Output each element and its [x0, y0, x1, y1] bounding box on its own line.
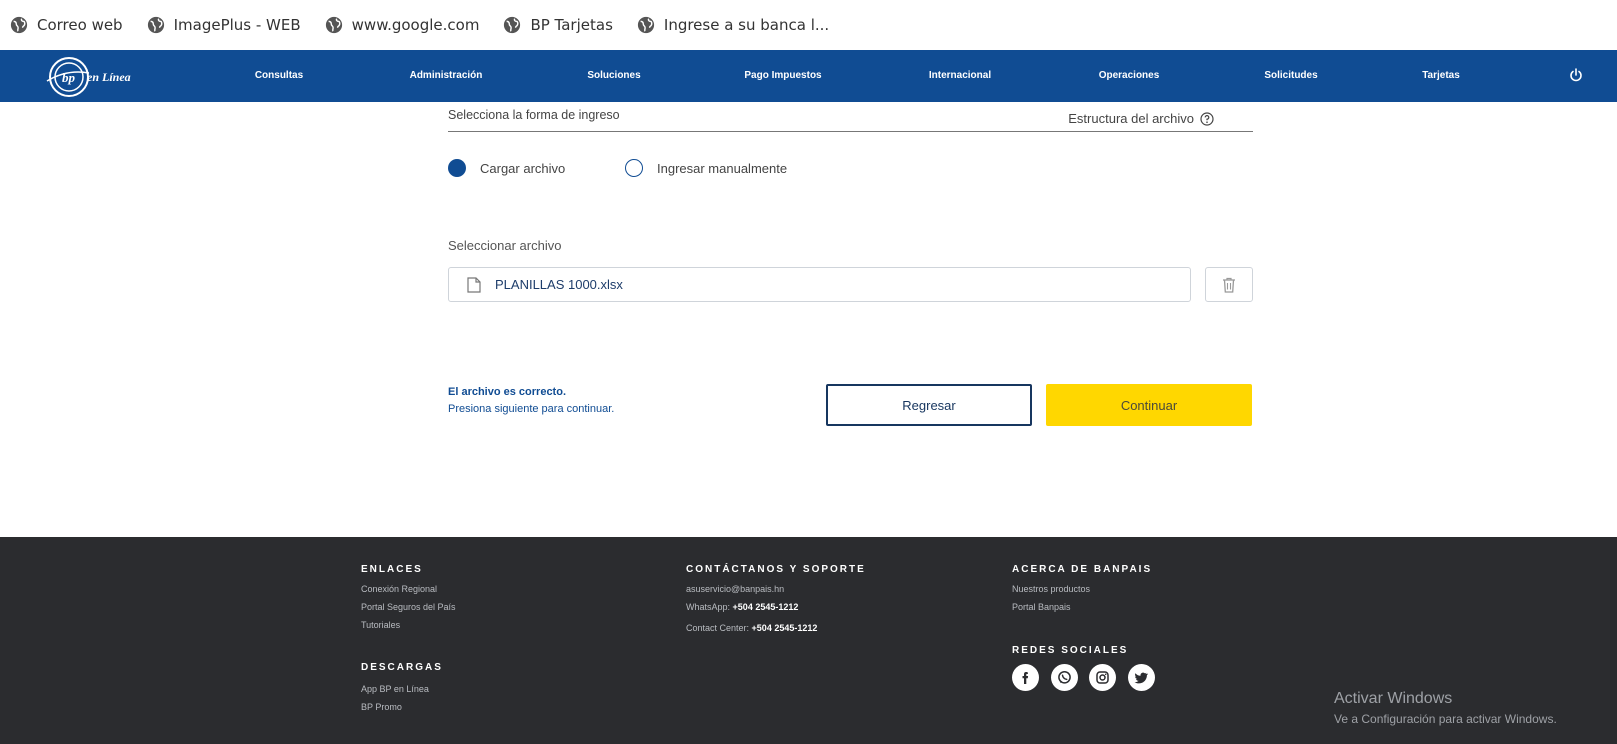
globe-icon: [637, 16, 654, 33]
file-field-label: Seleccionar archivo: [448, 238, 562, 253]
logo-mark-text: bp: [62, 70, 76, 85]
footer-contacto-title: CONTÁCTANOS Y SOPORTE: [686, 564, 866, 575]
globe-icon: [504, 16, 521, 33]
bookmark-label: www.google.com: [351, 15, 480, 34]
contact-center-number[interactable]: +504 2545-1212: [752, 623, 818, 633]
footer-descargas-title: DESCARGAS: [361, 662, 443, 673]
whatsapp-icon: [1058, 670, 1071, 684]
bookmark-label: BP Tarjetas: [530, 15, 613, 34]
radio-cargar-archivo[interactable]: Cargar archivo: [448, 159, 565, 177]
footer-link-portal-banpais[interactable]: Portal Banpais: [1012, 602, 1071, 612]
whatsapp-label: WhatsApp:: [686, 602, 731, 612]
whatsapp-number[interactable]: +504 2545-1212: [733, 602, 799, 612]
trash-icon: [1223, 277, 1235, 293]
bookmark-google[interactable]: www.google.com: [325, 15, 480, 34]
footer-link-bp-promo[interactable]: BP Promo: [361, 702, 402, 712]
bp-logo-icon: bp: [46, 57, 89, 97]
continue-button[interactable]: Continuar: [1046, 384, 1252, 426]
footer-enlaces-title: ENLACES: [361, 564, 423, 575]
footer-contact-center: Contact Center: +504 2545-1212: [686, 623, 817, 633]
structure-link-label: Estructura del archivo: [1068, 111, 1194, 126]
instagram-icon: [1096, 671, 1109, 684]
bookmark-label: ImagePlus - WEB: [173, 15, 301, 34]
bookmark-label: Ingrese a su banca l...: [663, 15, 830, 34]
bookmark-imageplus[interactable]: ImagePlus - WEB: [147, 16, 301, 34]
file-icon: [467, 276, 481, 293]
facebook-icon: [1022, 672, 1029, 684]
file-input[interactable]: PLANILLAS 1000.xlsx: [448, 267, 1191, 302]
footer-link-app-bp[interactable]: App BP en Línea: [361, 684, 429, 694]
contact-center-label: Contact Center:: [686, 623, 750, 633]
back-button[interactable]: Regresar: [826, 384, 1032, 426]
structure-link[interactable]: Estructura del archivo: [1068, 111, 1214, 126]
radio-selected-indicator[interactable]: [448, 159, 466, 177]
bookmark-banca[interactable]: Ingrese a su banca l...: [637, 16, 829, 34]
power-icon[interactable]: [1568, 67, 1584, 83]
whatsapp-button[interactable]: [1051, 664, 1078, 691]
nav-item-consultas[interactable]: Consultas: [255, 50, 303, 102]
nav-item-tarjetas[interactable]: Tarjetas: [1422, 50, 1460, 102]
nav-item-administracion[interactable]: Administración: [410, 50, 483, 102]
nav-item-internacional[interactable]: Internacional: [929, 50, 991, 102]
footer-whatsapp: WhatsApp: +504 2545-1212: [686, 602, 798, 612]
nav-item-soluciones[interactable]: Soluciones: [587, 50, 640, 102]
section-title: Selecciona la forma de ingreso: [448, 108, 620, 122]
status-message: El archivo es correcto.: [448, 386, 566, 398]
bookmark-correo-web[interactable]: Correo web: [10, 16, 123, 34]
bookmarks-bar: Correo web ImagePlus - WEB www.google.co…: [0, 0, 1617, 49]
nav-item-solicitudes[interactable]: Solicitudes: [1264, 50, 1317, 102]
radio-unselected-indicator[interactable]: [625, 159, 643, 177]
windows-activation-title: Activar Windows: [1334, 690, 1453, 707]
globe-icon: [10, 16, 28, 33]
file-name: PLANILLAS 1000.xlsx: [495, 277, 623, 292]
bp-en-linea-logo[interactable]: bp en Línea: [45, 56, 131, 98]
bookmark-label: Correo web: [37, 15, 123, 34]
facebook-button[interactable]: [1012, 664, 1039, 691]
nav-item-operaciones[interactable]: Operaciones: [1099, 50, 1160, 102]
instagram-button[interactable]: [1089, 664, 1116, 691]
footer-acerca-title: ACERCA DE BANPAIS: [1012, 564, 1153, 575]
footer-redes-title: REDES SOCIALES: [1012, 645, 1129, 656]
logo-text: en Línea: [87, 69, 131, 84]
delete-file-button[interactable]: [1205, 267, 1253, 302]
twitter-button[interactable]: [1128, 664, 1155, 691]
globe-icon: [147, 16, 164, 33]
help-icon[interactable]: [1200, 111, 1214, 126]
footer-link-portal-seguros[interactable]: Portal Seguros del País: [361, 602, 456, 612]
globe-icon: [325, 16, 342, 33]
status-hint: Presiona siguiente para continuar.: [448, 403, 615, 415]
radio-label: Ingresar manualmente: [657, 160, 788, 176]
nav-item-pago-impuestos[interactable]: Pago Impuestos: [744, 50, 821, 102]
footer-email[interactable]: asuservicio@banpais.hn: [686, 584, 784, 594]
radio-ingresar-manualmente[interactable]: Ingresar manualmente: [625, 159, 787, 177]
section-divider: [448, 131, 1253, 132]
twitter-icon: [1134, 672, 1149, 684]
radio-label: Cargar archivo: [480, 160, 566, 176]
main-navbar: bp en Línea Consultas Administración Sol…: [0, 50, 1617, 102]
windows-activation-hint: Ve a Configuración para activar Windows.: [1334, 712, 1557, 726]
footer-link-tutoriales[interactable]: Tutoriales: [361, 620, 400, 630]
footer-link-nuestros-productos[interactable]: Nuestros productos: [1012, 584, 1090, 594]
footer-link-conexion-regional[interactable]: Conexión Regional: [361, 584, 437, 594]
bookmark-bp-tarjetas[interactable]: BP Tarjetas: [503, 15, 613, 34]
